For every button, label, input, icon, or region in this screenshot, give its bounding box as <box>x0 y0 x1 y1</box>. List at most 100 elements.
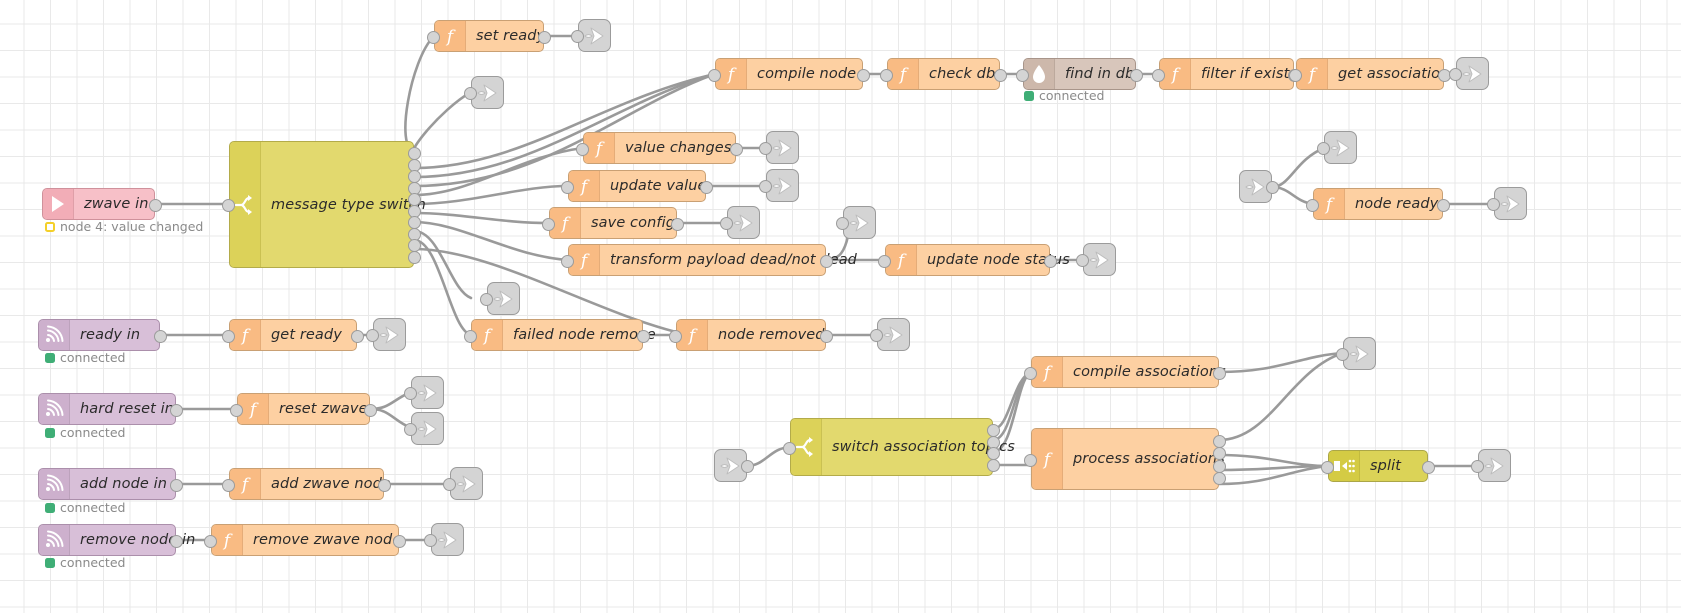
output-port-1[interactable] <box>170 403 183 417</box>
output-port-1[interactable] <box>994 68 1007 82</box>
input-port[interactable] <box>480 293 493 306</box>
node-ready-in[interactable]: ready in <box>38 319 167 351</box>
node-dbg-reset-1[interactable] <box>404 376 444 409</box>
node-dbg-reset-2[interactable] <box>404 412 444 445</box>
input-port[interactable] <box>1152 68 1165 82</box>
input-port[interactable] <box>1471 460 1484 473</box>
node-dbg-node-removed[interactable] <box>870 318 910 351</box>
node-set-ready[interactable]: f set ready <box>427 20 551 52</box>
node-node-ready[interactable]: f node ready <box>1306 188 1450 220</box>
node-reset-zwave[interactable]: f reset zwave <box>230 393 377 425</box>
output-port-10[interactable] <box>408 250 421 264</box>
output-port-1[interactable] <box>1044 254 1057 268</box>
node-add-node-in[interactable]: add node in <box>38 468 183 500</box>
input-port[interactable] <box>870 329 883 342</box>
output-port-1[interactable] <box>393 534 406 548</box>
output-port-1[interactable] <box>671 217 684 231</box>
node-get-associations[interactable]: f get associations <box>1289 58 1457 90</box>
node-process-associations[interactable]: f process associations <box>1024 428 1226 490</box>
node-dbg-remove-zwave[interactable] <box>424 523 464 556</box>
input-port[interactable] <box>404 423 417 436</box>
output-port-4[interactable] <box>987 458 1000 472</box>
output-port-1[interactable] <box>1213 366 1226 380</box>
input-port[interactable] <box>1487 198 1500 211</box>
node-dbg-split[interactable] <box>1471 449 1511 482</box>
output-port-1[interactable] <box>170 534 183 548</box>
input-port[interactable] <box>1321 460 1334 474</box>
input-port[interactable] <box>366 329 379 342</box>
input-port[interactable] <box>427 30 440 44</box>
node-dbg-value-changes[interactable] <box>759 131 799 164</box>
input-port[interactable] <box>443 478 456 491</box>
node-add-zwave-node[interactable]: f add zwave node <box>222 468 391 500</box>
input-port[interactable] <box>1336 348 1349 361</box>
node-link-switch-assoc[interactable] <box>714 449 754 482</box>
input-port[interactable] <box>1016 68 1029 82</box>
node-dbg-node-status[interactable] <box>1076 243 1116 276</box>
input-port[interactable] <box>1076 254 1089 267</box>
input-port[interactable] <box>783 441 796 455</box>
node-update-node-status[interactable]: f update node status <box>878 244 1070 276</box>
node-dbg-failed-remove[interactable] <box>480 282 520 315</box>
input-port[interactable] <box>542 217 555 231</box>
node-check-db[interactable]: f check db <box>880 58 1007 90</box>
node-remove-node-in[interactable]: remove node in <box>38 524 195 556</box>
node-dbg-update-value[interactable] <box>759 169 799 202</box>
output-port-1[interactable] <box>154 329 167 343</box>
node-switch-assoc-topics[interactable]: switch association topics <box>783 418 1015 476</box>
output-port-1[interactable] <box>364 403 377 417</box>
output-port-1[interactable] <box>730 142 743 156</box>
node-dbg-node-ready-top[interactable] <box>1317 131 1357 164</box>
output-port-1[interactable] <box>149 198 162 212</box>
input-port[interactable] <box>878 254 891 268</box>
input-port[interactable] <box>222 199 235 212</box>
input-port[interactable] <box>404 387 417 400</box>
output-port-1[interactable] <box>637 329 650 343</box>
input-port[interactable] <box>759 180 772 193</box>
node-compile-node[interactable]: f compile node <box>708 58 870 90</box>
input-port[interactable] <box>571 30 584 43</box>
output-port-1[interactable] <box>1266 181 1279 194</box>
node-save-config[interactable]: f save config <box>542 207 684 239</box>
input-port[interactable] <box>1024 453 1037 467</box>
output-port-1[interactable] <box>700 180 713 194</box>
output-port-1[interactable] <box>741 460 754 473</box>
node-filter-if-exists[interactable]: f filter if exists <box>1152 58 1301 90</box>
node-dbg-node-ready-right[interactable] <box>1487 187 1527 220</box>
output-port-1[interactable] <box>1213 434 1226 448</box>
node-zwave-in[interactable]: zwave in <box>42 188 162 220</box>
flow-canvas[interactable]: zwave in message type switch f set ready f co… <box>0 0 1681 613</box>
input-port[interactable] <box>1317 142 1330 155</box>
input-port[interactable] <box>204 534 217 548</box>
output-port-4[interactable] <box>1213 472 1226 486</box>
output-port-1[interactable] <box>538 30 551 44</box>
node-dbg-add-zwave[interactable] <box>443 467 483 500</box>
output-port-3[interactable] <box>1213 459 1226 473</box>
output-port-1[interactable] <box>820 329 833 343</box>
node-dbg-transform[interactable] <box>836 206 876 239</box>
node-remove-zwave-node[interactable]: f remove zwave node <box>204 524 406 556</box>
node-find-in-db[interactable]: find in db <box>1016 58 1143 90</box>
node-node-removed[interactable]: f node removed <box>669 319 833 351</box>
node-compile-associations[interactable]: f compile associations <box>1024 356 1226 388</box>
node-transform-payload[interactable]: f transform payload dead/not dead <box>561 244 857 276</box>
input-port[interactable] <box>561 254 574 268</box>
node-dbg-associations[interactable] <box>1449 57 1489 90</box>
node-dbg-save-config[interactable] <box>720 206 760 239</box>
input-port[interactable] <box>464 329 477 343</box>
input-port[interactable] <box>836 217 849 230</box>
node-link-node-ready[interactable] <box>1239 170 1279 203</box>
node-get-ready[interactable]: f get ready <box>222 319 364 351</box>
input-port[interactable] <box>1024 366 1037 380</box>
node-dbg-get-ready[interactable] <box>366 318 406 351</box>
input-port[interactable] <box>669 329 682 343</box>
input-port[interactable] <box>561 180 574 194</box>
output-port-1[interactable] <box>857 68 870 82</box>
output-port-1[interactable] <box>1130 68 1143 82</box>
node-dbg-compile-assoc[interactable] <box>1336 337 1376 370</box>
input-port[interactable] <box>576 142 589 156</box>
input-port[interactable] <box>1449 68 1462 81</box>
input-port[interactable] <box>464 87 477 100</box>
input-port[interactable] <box>230 403 243 417</box>
input-port[interactable] <box>708 68 721 82</box>
